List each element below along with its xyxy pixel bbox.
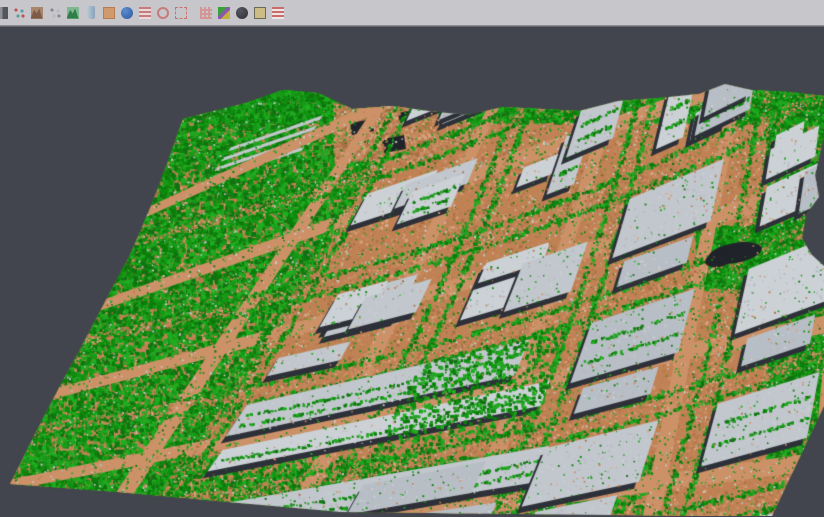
sparse-cloud-button[interactable] bbox=[47, 4, 62, 22]
grid-pink-button[interactable] bbox=[199, 4, 214, 22]
terrain-model-button[interactable] bbox=[29, 4, 44, 22]
flag-red-button[interactable] bbox=[271, 4, 286, 22]
3d-viewport bbox=[0, 27, 824, 516]
region-select-icon bbox=[175, 7, 187, 19]
globe-blue-icon bbox=[121, 7, 133, 19]
flag-red-icon bbox=[272, 7, 284, 19]
profile-column-button[interactable] bbox=[83, 4, 98, 22]
ring-red-icon bbox=[157, 7, 169, 19]
globe-blue-button[interactable] bbox=[119, 4, 134, 22]
dark-globe-icon bbox=[236, 7, 248, 19]
align-points-button[interactable] bbox=[11, 4, 26, 22]
dark-globe-button[interactable] bbox=[235, 4, 250, 22]
toolbar bbox=[0, 0, 824, 26]
terrain-model-icon bbox=[31, 7, 43, 19]
clipped-tool-icon bbox=[0, 7, 8, 19]
grid-pink-icon bbox=[200, 7, 212, 19]
scene-canvas[interactable] bbox=[0, 27, 824, 516]
dem-green-button[interactable] bbox=[65, 4, 80, 22]
app-window bbox=[0, 0, 824, 517]
measure-yellow-button[interactable] bbox=[253, 4, 268, 22]
stack-red-icon bbox=[139, 7, 151, 19]
clipped-tool-button[interactable] bbox=[0, 4, 8, 22]
orthophoto-icon bbox=[103, 7, 115, 19]
region-select-button[interactable] bbox=[173, 4, 188, 22]
orthophoto-button[interactable] bbox=[101, 4, 116, 22]
stack-red-button[interactable] bbox=[137, 4, 152, 22]
sparse-cloud-icon bbox=[49, 7, 61, 19]
classes-map-icon bbox=[218, 7, 230, 19]
dem-green-icon bbox=[67, 7, 79, 19]
classes-map-button[interactable] bbox=[217, 4, 232, 22]
align-points-icon bbox=[13, 7, 25, 19]
measure-yellow-icon bbox=[254, 7, 266, 19]
ring-red-button[interactable] bbox=[155, 4, 170, 22]
profile-column-icon bbox=[87, 6, 95, 19]
